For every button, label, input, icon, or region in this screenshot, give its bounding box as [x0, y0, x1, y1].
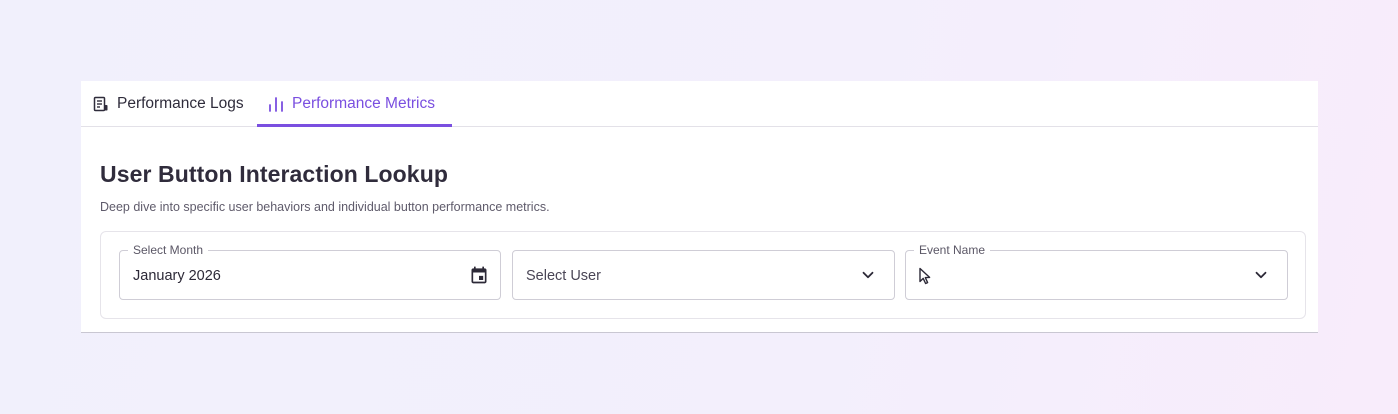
month-picker-label: Select Month — [128, 242, 209, 258]
page-description: Deep dive into specific user behaviors a… — [100, 200, 550, 214]
event-name-label: Event Name — [914, 242, 991, 258]
calendar-icon[interactable] — [469, 265, 489, 285]
page-title: User Button Interaction Lookup — [100, 161, 448, 187]
filter-panel: Select Month January 2026 Select User Ev… — [100, 231, 1306, 319]
user-select[interactable]: Select User — [512, 250, 895, 300]
tab-performance-logs[interactable]: Performance Logs — [93, 81, 244, 126]
user-select-placeholder: Select User — [526, 268, 601, 284]
performance-card: Performance Logs Performance Metrics Use… — [81, 81, 1318, 333]
tab-bar: Performance Logs Performance Metrics — [81, 81, 1318, 127]
tab-performance-metrics[interactable]: Performance Metrics — [257, 81, 452, 127]
document-list-icon — [93, 96, 108, 111]
bar-chart-icon — [269, 96, 283, 112]
chevron-down-icon — [1255, 271, 1267, 279]
event-name-select[interactable]: Event Name — [905, 242, 1288, 300]
mouse-pointer-icon — [919, 267, 931, 285]
chevron-down-icon — [862, 271, 874, 279]
month-picker[interactable]: Select Month January 2026 — [119, 242, 501, 300]
month-picker-value: January 2026 — [133, 268, 221, 284]
tab-performance-logs-label: Performance Logs — [117, 94, 244, 112]
tab-performance-metrics-label: Performance Metrics — [292, 94, 435, 112]
